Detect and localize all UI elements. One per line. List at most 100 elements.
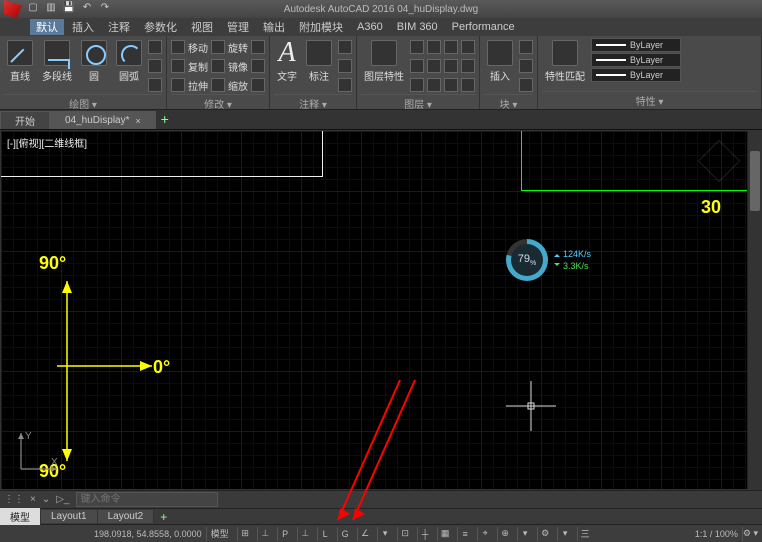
network-speeds: 124K/s 3.3K/s — [554, 249, 591, 271]
qat-save-icon[interactable]: 💾 — [62, 2, 76, 16]
text-button[interactable]: A文字 — [274, 38, 300, 85]
scale-button[interactable]: 缩放 — [211, 76, 248, 94]
status-g-icon[interactable]: G — [337, 527, 353, 541]
vertical-scrollbar[interactable] — [747, 131, 761, 489]
cmd-close-icon[interactable]: × — [30, 494, 36, 505]
panel-label-properties[interactable]: 特性 ▾ — [542, 91, 757, 109]
lineweight-bylayer-dropdown[interactable]: ByLayer — [591, 68, 681, 82]
layer-tool-1[interactable] — [410, 38, 475, 56]
status-lwt-icon[interactable]: ▦ — [437, 527, 453, 541]
tab-default[interactable]: 默认 — [30, 19, 64, 35]
command-input[interactable] — [76, 492, 218, 507]
arc-button[interactable]: 圆弧 — [113, 38, 145, 85]
status-snap-icon[interactable]: ⊥ — [257, 527, 273, 541]
status-l-icon[interactable]: L — [317, 527, 333, 541]
status-transparency-icon[interactable]: ≡ — [457, 527, 473, 541]
tab-view[interactable]: 视图 — [185, 19, 219, 35]
layout-tab-2[interactable]: Layout2 — [98, 510, 155, 523]
circle-button[interactable]: 圆 — [78, 38, 110, 85]
annot-extra-2[interactable] — [338, 57, 352, 75]
tab-annotate[interactable]: 注释 — [102, 19, 136, 35]
status-workspace-icon[interactable]: ⚙ — [537, 527, 553, 541]
cmd-handle-icon[interactable]: ⋮⋮ — [4, 494, 24, 505]
status-otrack-icon[interactable]: ┼ — [417, 527, 433, 541]
coordinates-readout[interactable]: 198.0918, 54.8558, 0.0000 — [94, 529, 202, 539]
match-properties-button[interactable]: 特性匹配 — [542, 38, 588, 85]
modify-extra-1[interactable] — [251, 38, 265, 56]
tab-a360[interactable]: A360 — [351, 21, 389, 33]
mirror-button[interactable]: 镜像 — [211, 57, 248, 75]
tab-insert[interactable]: 插入 — [66, 19, 100, 35]
drawing-area[interactable]: [-][俯视][二维线框] 90° 0° 90° 30 X Y 79% 124K… — [0, 130, 762, 490]
status-ortho-icon[interactable]: ⊥ — [297, 527, 313, 541]
tab-parametric[interactable]: 参数化 — [138, 19, 183, 35]
status-cycling-icon[interactable]: ⌖ — [477, 527, 493, 541]
status-drop-1[interactable]: ▾ — [377, 527, 393, 541]
add-layout-button[interactable]: + — [154, 510, 173, 524]
status-p-icon[interactable]: P — [277, 527, 293, 541]
draw-extra-2[interactable] — [148, 57, 162, 75]
status-annomon-icon[interactable]: ⊕ — [497, 527, 513, 541]
cmd-recent-icon[interactable]: ⌄ — [42, 494, 50, 505]
block-extra-3[interactable] — [519, 76, 533, 94]
ucs-icon[interactable]: X Y — [13, 427, 63, 477]
zoom-readout[interactable]: 1:1 / 100% — [695, 529, 738, 539]
modify-extra-2[interactable] — [251, 57, 265, 75]
tab-bim360[interactable]: BIM 360 — [391, 21, 444, 33]
qat-new-icon[interactable]: ▢ — [26, 2, 40, 16]
color-bylayer-dropdown[interactable]: ByLayer — [591, 38, 681, 52]
status-custom-icon[interactable]: 三 — [577, 527, 593, 541]
performance-widget[interactable]: 79% 124K/s 3.3K/s — [506, 239, 591, 281]
layer-tool-2[interactable] — [410, 57, 475, 75]
linetype-bylayer-dropdown[interactable]: ByLayer — [591, 53, 681, 67]
line-button[interactable]: 直线 — [4, 38, 36, 85]
panel-label-layers[interactable]: 图层 ▾ — [361, 94, 475, 112]
tab-addins[interactable]: 附加模块 — [293, 19, 349, 35]
draw-extra-3[interactable] — [148, 76, 162, 94]
title-bar: ▢ ▥ 💾 ↶ ↷ Autodesk AutoCAD 2016 04_huDis… — [0, 0, 762, 18]
layer-tool-3[interactable] — [410, 76, 475, 94]
status-polar-icon[interactable]: ∠ — [357, 527, 373, 541]
panel-label-block[interactable]: 块 ▾ — [484, 94, 533, 112]
tab-manage[interactable]: 管理 — [221, 19, 255, 35]
tab-performance[interactable]: Performance — [446, 21, 521, 33]
panel-label-draw[interactable]: 绘图 ▾ — [4, 94, 162, 112]
panel-label-modify[interactable]: 修改 ▾ — [171, 94, 265, 112]
copy-button[interactable]: 复制 — [171, 57, 208, 75]
qat-undo-icon[interactable]: ↶ — [80, 2, 94, 16]
stretch-button[interactable]: 拉伸 — [171, 76, 208, 94]
status-grid-icon[interactable]: ⊞ — [237, 527, 253, 541]
compass-arrows — [57, 281, 177, 481]
polyline-button[interactable]: 多段线 — [39, 38, 75, 85]
angle-label-top: 90° — [39, 253, 66, 274]
qat-redo-icon[interactable]: ↷ — [98, 2, 112, 16]
draw-extra-1[interactable] — [148, 38, 162, 56]
panel-label-annotation[interactable]: 注释 ▾ — [274, 94, 352, 112]
move-button[interactable]: 移动 — [171, 38, 208, 56]
rotate-button[interactable]: 旋转 — [211, 38, 248, 56]
file-tab-current[interactable]: 04_huDisplay*× — [50, 111, 156, 129]
dimension-button[interactable]: 标注 — [303, 38, 335, 85]
block-extra-2[interactable] — [519, 57, 533, 75]
layout-tab-model[interactable]: 模型 — [0, 508, 41, 525]
tab-output[interactable]: 输出 — [257, 19, 291, 35]
layout-tab-1[interactable]: Layout1 — [41, 510, 98, 523]
status-drop-3[interactable]: ▾ — [557, 527, 573, 541]
qat-open-icon[interactable]: ▥ — [44, 2, 58, 16]
status-space[interactable]: 模型 — [206, 527, 233, 541]
close-tab-icon[interactable]: × — [136, 116, 141, 126]
status-osnap-icon[interactable]: ⊡ — [397, 527, 413, 541]
viewcube[interactable] — [697, 139, 741, 183]
status-drop-2[interactable]: ▾ — [517, 527, 533, 541]
block-extra-1[interactable] — [519, 38, 533, 56]
annot-extra-3[interactable] — [338, 76, 352, 94]
modify-extra-3[interactable] — [251, 76, 265, 94]
layer-properties-button[interactable]: 图层特性 — [361, 38, 407, 85]
new-tab-button[interactable]: + — [156, 111, 174, 129]
app-logo-icon[interactable] — [4, 0, 22, 18]
status-settings-icon[interactable]: ⚙ ▾ — [742, 527, 758, 541]
scrollbar-thumb[interactable] — [750, 151, 760, 211]
annot-extra-1[interactable] — [338, 38, 352, 56]
insert-block-button[interactable]: 插入 — [484, 38, 516, 85]
file-tab-start[interactable]: 开始 — [0, 111, 50, 129]
